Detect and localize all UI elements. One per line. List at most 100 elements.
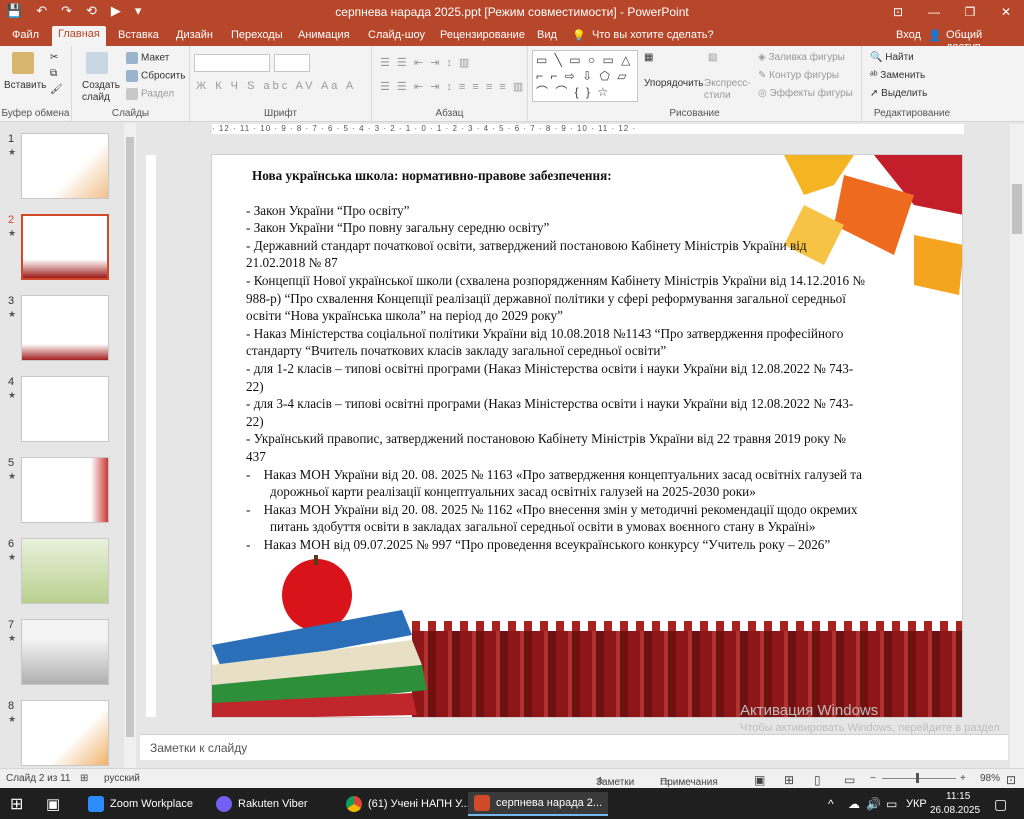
slide-thumbnail-6[interactable] bbox=[21, 538, 109, 604]
clock-time[interactable]: 11:15 bbox=[946, 791, 970, 802]
windows-start-icon[interactable]: ⊞ bbox=[10, 792, 23, 816]
paragraph-align-buttons[interactable]: ☰ ☰ ⇤ ⇥ ↕ ≡ ≡ ≡ ≡ ▥ bbox=[380, 80, 525, 93]
slide-number: 1 bbox=[8, 133, 15, 145]
sign-in-link[interactable]: Вход bbox=[890, 27, 927, 43]
fit-to-window-icon[interactable]: ⊡ bbox=[1006, 773, 1016, 787]
animation-star-icon: ★ bbox=[8, 147, 17, 157]
tab-file[interactable]: Файл bbox=[6, 27, 45, 43]
tray-chevron-icon[interactable]: ^ bbox=[828, 792, 834, 816]
tab-design[interactable]: Дизайн bbox=[170, 27, 219, 43]
paragraph-list-buttons[interactable]: ☰ ☰ ⇤ ⇥ ↕ ▥ bbox=[380, 56, 471, 69]
zoom-in-button[interactable]: + bbox=[960, 773, 966, 784]
tab-slideshow[interactable]: Слайд-шоу bbox=[362, 27, 431, 43]
slide-canvas[interactable]: Нова українська школа: нормативно-правов… bbox=[211, 154, 963, 718]
horizontal-ruler: · 12 · 11 · 10 · 9 · 8 · 7 · 6 · 5 · 4 ·… bbox=[212, 124, 964, 134]
arrange-icon: ▦ bbox=[644, 52, 654, 63]
shapes-gallery[interactable]: ▭ ╲ ▭ ○ ▭ △ ⌐ ⌐ ⇨ ⇩ ⬠ ▱ ⌒ ⌒ { } ☆ bbox=[532, 50, 638, 102]
shape-fill-button[interactable]: ◈ Заливка фигуры bbox=[758, 52, 845, 63]
tab-transitions[interactable]: Переходы bbox=[225, 27, 289, 43]
taskbar-viber[interactable]: Rakuten Viber bbox=[216, 792, 308, 816]
spellcheck-icon[interactable]: ⊞ bbox=[80, 773, 88, 784]
input-language[interactable]: УКР bbox=[906, 792, 927, 816]
paste-button[interactable]: Вставить bbox=[4, 80, 46, 91]
paint-bucket-icon: ◈ bbox=[758, 52, 769, 63]
paste-icon bbox=[12, 52, 34, 74]
shape-effects-button[interactable]: ◎ Эффекты фигуры bbox=[758, 88, 853, 99]
reading-view-icon[interactable]: ▯ bbox=[814, 773, 821, 787]
taskbar-zoom[interactable]: Zoom Workplace bbox=[88, 792, 193, 816]
quick-styles-button[interactable]: Экспресс-стили bbox=[704, 78, 754, 102]
slide-text-box[interactable]: Нова українська школа: нормативно-правов… bbox=[246, 167, 866, 553]
arrange-button[interactable]: Упорядочить bbox=[644, 78, 704, 89]
language-indicator[interactable]: русский bbox=[104, 773, 140, 784]
volume-icon[interactable]: 🔊 bbox=[866, 792, 881, 816]
restore-button[interactable]: ❐ bbox=[952, 0, 988, 24]
group-editing: 🔍 Найти ᵃᵇ Заменить ➚ Выделить Редактиро… bbox=[862, 46, 962, 122]
scrollbar-thumb[interactable] bbox=[126, 137, 134, 737]
editor-scrollbar[interactable] bbox=[1010, 124, 1024, 768]
replace-button[interactable]: ᵃᵇ Заменить bbox=[870, 70, 925, 81]
normal-view-icon[interactable]: ▣ bbox=[754, 773, 765, 787]
tab-home[interactable]: Главная bbox=[52, 26, 106, 46]
slide-number: 7 bbox=[8, 619, 15, 631]
cursor-icon: ➚ bbox=[870, 88, 882, 99]
slideshow-view-icon[interactable]: ▭ bbox=[844, 773, 855, 787]
slide-thumbnail-5[interactable] bbox=[21, 457, 109, 523]
zoom-slider-thumb[interactable] bbox=[916, 773, 919, 783]
taskbar-chrome[interactable]: (61) Учені НАПН У... bbox=[346, 792, 470, 816]
tab-insert[interactable]: Вставка bbox=[112, 27, 165, 43]
animation-star-icon: ★ bbox=[8, 471, 17, 481]
slide-thumbnail-1[interactable] bbox=[21, 133, 109, 199]
network-icon[interactable]: ☁ bbox=[848, 792, 860, 816]
scrollbar-thumb[interactable] bbox=[1012, 184, 1022, 234]
tab-view[interactable]: Вид bbox=[531, 27, 563, 43]
ribbon-tabs: Файл Главная Вставка Дизайн Переходы Ани… bbox=[0, 24, 1024, 53]
task-view-icon[interactable]: ▣ bbox=[46, 792, 60, 816]
zoom-level[interactable]: 98% bbox=[980, 773, 1000, 784]
notes-placeholder: Заметки к слайду bbox=[150, 741, 248, 755]
slide-thumbnail-7[interactable] bbox=[21, 619, 109, 685]
slide-thumbnail-2[interactable] bbox=[21, 214, 109, 280]
tab-review[interactable]: Рецензирование bbox=[434, 27, 531, 43]
taskbar-powerpoint[interactable]: серпнева нарада 2... bbox=[468, 792, 609, 816]
shape-outline-button[interactable]: ✎ Контур фигуры bbox=[758, 70, 839, 81]
tab-animations[interactable]: Анимация bbox=[292, 27, 356, 43]
slide-counter: Слайд 2 из 11 bbox=[6, 773, 71, 784]
section-button[interactable]: Раздел bbox=[126, 88, 174, 100]
thumbnail-scrollbar[interactable] bbox=[124, 123, 136, 768]
minimize-button[interactable]: — bbox=[916, 0, 952, 24]
zoom-out-button[interactable]: − bbox=[870, 773, 876, 784]
slide-line: - Закон України “Про освіту” bbox=[246, 202, 410, 218]
slide-thumbnail-8[interactable] bbox=[21, 700, 109, 766]
clock-date[interactable]: 26.08.2025 bbox=[930, 805, 980, 816]
status-bar: Слайд 2 из 11 ⊞ русский ≙ Заметки ▭ Прим… bbox=[0, 768, 1024, 788]
tell-me-search[interactable]: Что вы хотите сделать? bbox=[586, 27, 720, 43]
new-slide-button[interactable]: Создать слайд bbox=[82, 80, 122, 104]
window-title: серпнева нарада 2025.ppt [Режим совмести… bbox=[335, 5, 689, 19]
select-button[interactable]: ➚ Выделить bbox=[870, 88, 927, 99]
notifications-icon[interactable]: ▢ bbox=[994, 792, 1007, 816]
cut-icon[interactable]: ✂ bbox=[50, 52, 58, 63]
slide-sorter-icon[interactable]: ⊞ bbox=[784, 773, 794, 787]
battery-icon[interactable]: ▭ bbox=[886, 792, 897, 816]
slide-number: 5 bbox=[8, 457, 15, 469]
close-button[interactable]: ✕ bbox=[988, 0, 1024, 24]
slide-number: 6 bbox=[8, 538, 15, 550]
slide-thumbnail-3[interactable] bbox=[21, 295, 109, 361]
font-format-buttons[interactable]: Ж К Ч S abc AV Aa A bbox=[196, 80, 356, 92]
animation-star-icon: ★ bbox=[8, 390, 17, 400]
layout-button[interactable]: Макет bbox=[126, 52, 169, 64]
zoom-slider-track[interactable] bbox=[882, 778, 956, 779]
font-family-combo[interactable] bbox=[194, 54, 270, 72]
notes-pane[interactable]: Заметки к слайду bbox=[140, 734, 1008, 760]
slide-line: - Концепції Нової української школи (схв… bbox=[246, 272, 866, 324]
slide-thumbnail-4[interactable] bbox=[21, 376, 109, 442]
find-button[interactable]: 🔍 Найти bbox=[870, 52, 914, 63]
copy-icon[interactable]: ⧉ bbox=[50, 68, 57, 79]
font-size-combo[interactable] bbox=[274, 54, 310, 72]
reset-button[interactable]: Сбросить bbox=[126, 70, 185, 82]
slide-number: 3 bbox=[8, 295, 15, 307]
ribbon-display-options-icon[interactable]: ⊡ bbox=[880, 0, 916, 24]
slide-line: - для 1-2 класів – типові освітні програ… bbox=[246, 360, 854, 394]
format-painter-icon[interactable]: 🖌 bbox=[50, 84, 63, 95]
